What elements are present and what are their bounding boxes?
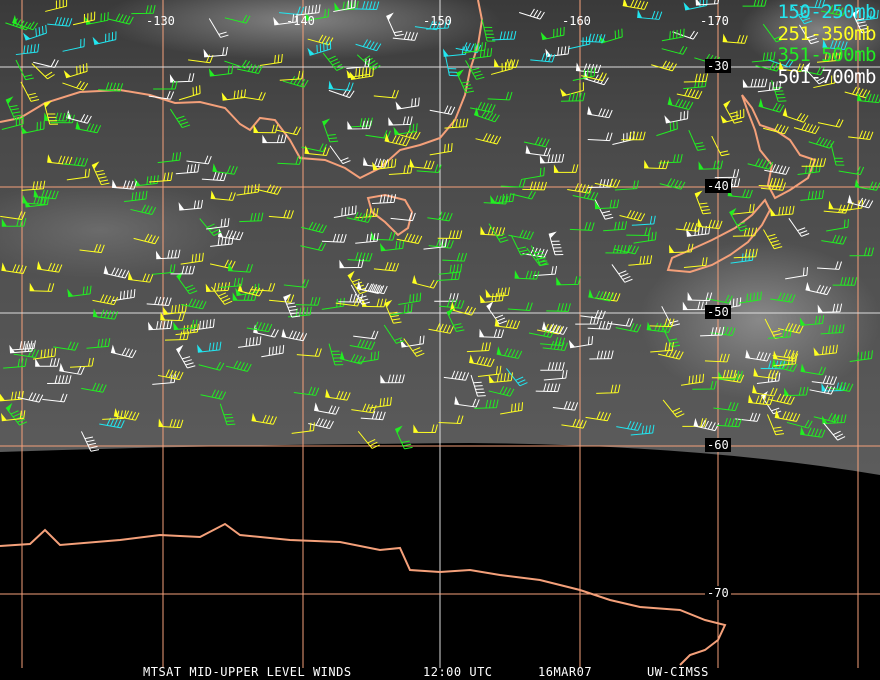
map-canvas xyxy=(0,0,880,668)
legend-251-350mb: 251-350mb xyxy=(777,22,877,45)
product-title: MTSAT MID-UPPER LEVEL WINDS xyxy=(143,665,352,679)
latitude-label: -60 xyxy=(705,438,731,452)
latitude-label: -50 xyxy=(705,305,731,319)
longitude-label: -160 xyxy=(562,14,591,28)
legend-150-250mb: 150-250mb xyxy=(777,1,877,23)
footer-caption: MTSAT MID-UPPER LEVEL WINDS 12:00 UTC 16… xyxy=(0,663,880,679)
longitude-label: -130 xyxy=(146,14,175,28)
date-label: 16MAR07 xyxy=(538,665,593,679)
time-label: 12:00 UTC xyxy=(423,665,493,679)
legend-351-500mb: 351-500mb xyxy=(777,44,877,66)
latitude-label: -70 xyxy=(705,586,731,600)
source-label: UW-CIMSS xyxy=(647,665,709,679)
longitude-label: -150 xyxy=(423,14,452,28)
satellite-wind-map: -130 -140 -150 -160 -170 -30 -40 -50 -60 -70 150-… xyxy=(0,0,880,680)
latitude-label: -30 xyxy=(705,59,731,73)
pressure-legend: 150-250mb 251-350mb 351-500mb 501-700mb xyxy=(777,1,877,88)
longitude-label: -170 xyxy=(700,14,729,28)
latitude-label: -40 xyxy=(705,179,731,193)
cloud-band xyxy=(640,240,880,400)
longitude-label: -140 xyxy=(286,14,315,28)
legend-501-700mb: 501-700mb xyxy=(777,65,877,88)
